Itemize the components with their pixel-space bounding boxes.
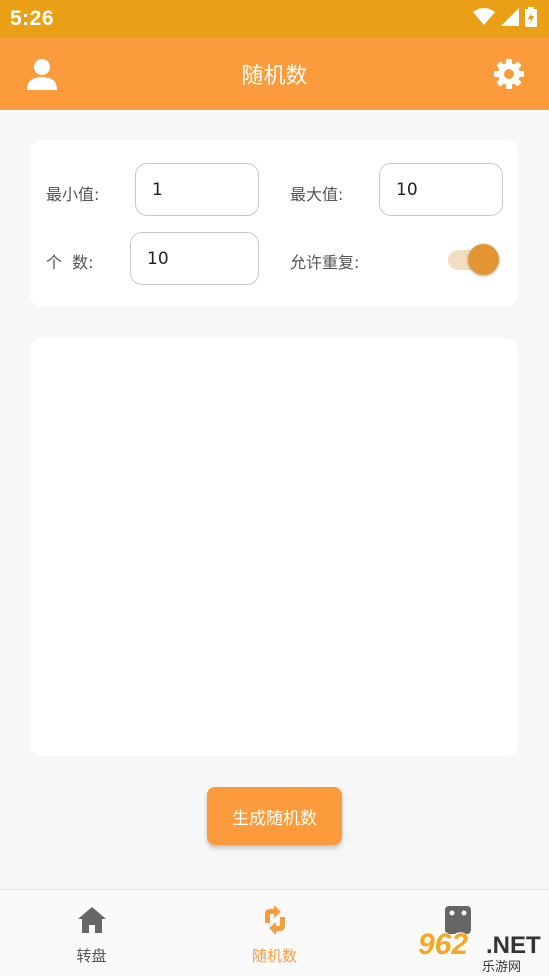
- allow-repeat-label: 允许重复:: [290, 253, 360, 272]
- nav-label-wheel: 转盘: [76, 947, 107, 965]
- nav-item-wheel[interactable]: 转盘: [0, 890, 183, 976]
- gear-icon[interactable]: [491, 56, 527, 92]
- results-panel: [30, 338, 518, 756]
- page-title: 随机数: [241, 64, 308, 89]
- watermark-logo: 962 .NET 乐游网: [412, 926, 548, 975]
- settings-card: 最小值: 最大值: 个 数: 允许重复:: [30, 140, 518, 307]
- count-label: 个 数:: [46, 253, 94, 272]
- min-value-label: 最小值:: [46, 185, 100, 204]
- max-value-input[interactable]: [379, 163, 503, 216]
- status-bar: 5:26: [0, 0, 549, 38]
- min-value-input[interactable]: [135, 163, 259, 216]
- toggle-thumb: [468, 244, 499, 275]
- nav-item-random[interactable]: 随机数: [183, 890, 366, 976]
- user-icon[interactable]: [24, 56, 60, 92]
- generate-button[interactable]: 生成随机数: [207, 787, 342, 845]
- watermark-number: 962: [418, 928, 469, 961]
- status-time: 5:26: [10, 7, 55, 30]
- wifi-icon: [473, 8, 495, 30]
- watermark-subtitle: 乐游网: [482, 960, 522, 975]
- nav-label-random: 随机数: [251, 947, 297, 965]
- status-icons: [473, 7, 537, 31]
- max-value-label: 最大值:: [290, 185, 344, 204]
- app-bar: 随机数: [0, 38, 549, 110]
- refresh-arrows-icon: [259, 904, 291, 936]
- battery-charging-icon: [525, 7, 537, 31]
- count-input[interactable]: [130, 232, 259, 285]
- allow-repeat-toggle[interactable]: [448, 242, 500, 276]
- signal-icon: [501, 8, 519, 30]
- home-icon: [76, 904, 108, 936]
